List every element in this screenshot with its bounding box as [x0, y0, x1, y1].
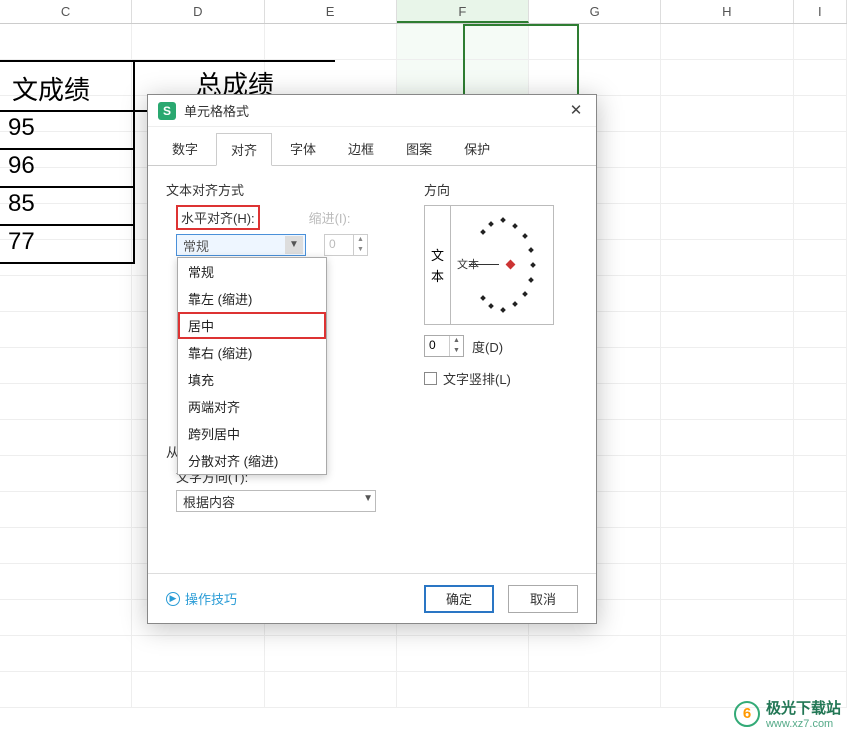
tab-protect[interactable]: 保护 — [450, 133, 504, 165]
opt-right[interactable]: 靠右 (缩进) — [178, 339, 326, 366]
h-align-dropdown: 常规 靠左 (缩进) 居中 靠右 (缩进) 填充 两端对齐 跨列居中 分散对齐 … — [177, 257, 327, 475]
col-H[interactable]: H — [661, 0, 793, 23]
opt-justify[interactable]: 两端对齐 — [178, 393, 326, 420]
opt-left[interactable]: 靠左 (缩进) — [178, 285, 326, 312]
tab-align[interactable]: 对齐 — [216, 133, 272, 166]
col-D[interactable]: D — [132, 0, 264, 23]
indent-label: 缩进(I): — [309, 211, 351, 226]
cell-v4[interactable]: 77 — [0, 226, 135, 264]
tab-number[interactable]: 数字 — [158, 133, 212, 165]
degree-spinner[interactable]: 0 ▲▼ — [424, 335, 464, 357]
chevron-down-icon[interactable]: ▼ — [363, 493, 373, 504]
tab-bar: 数字 对齐 字体 边框 图案 保护 — [148, 127, 596, 166]
col-G[interactable]: G — [529, 0, 661, 23]
titlebar: S 单元格格式 ✕ — [148, 95, 596, 127]
h-align-label-highlight: 水平对齐(H): — [176, 205, 260, 230]
col-E[interactable]: E — [265, 0, 397, 23]
tab-border[interactable]: 边框 — [334, 133, 388, 165]
indent-value: 0 — [329, 237, 336, 251]
cell-v2[interactable]: 96 — [0, 150, 135, 188]
tab-font[interactable]: 字体 — [276, 133, 330, 165]
col-F[interactable]: F — [397, 0, 529, 23]
text-direction-combo[interactable]: 根据内容 ▼ — [176, 490, 376, 512]
ok-button[interactable]: 确定 — [424, 585, 494, 613]
vertical-text-button[interactable]: 文本 — [425, 206, 451, 324]
opt-distributed[interactable]: 分散对齐 (缩进) — [178, 447, 326, 474]
tab-pattern[interactable]: 图案 — [392, 133, 446, 165]
play-icon: ▶ — [166, 592, 180, 606]
h-align-value: 常规 — [183, 236, 209, 255]
col-I[interactable]: I — [794, 0, 847, 23]
close-icon[interactable]: ✕ — [562, 99, 590, 123]
indent-spinner[interactable]: 0 ▲▼ — [324, 234, 368, 256]
degree-value: 0 — [429, 338, 436, 352]
watermark-brand: 极光下载站 — [766, 697, 841, 718]
opt-fill[interactable]: 填充 — [178, 366, 326, 393]
spin-up-icon[interactable]: ▲ — [450, 336, 463, 346]
dialog-title: 单元格格式 — [184, 101, 562, 120]
tips-label: 操作技巧 — [185, 589, 237, 608]
data-table: 文成绩 总成绩 95 96 85 77 — [0, 60, 135, 264]
header-left: 文成绩 — [0, 60, 135, 112]
orientation-dial[interactable]: 文本 — [451, 206, 553, 324]
app-icon: S — [158, 102, 176, 120]
opt-general[interactable]: 常规 — [178, 258, 326, 285]
section-orientation: 方向 — [424, 180, 564, 199]
opt-center[interactable]: 居中 — [178, 312, 326, 339]
cell-v1[interactable]: 95 — [0, 112, 135, 150]
cell-format-dialog: S 单元格格式 ✕ 数字 对齐 字体 边框 图案 保护 文本对齐方式 水平对齐(… — [147, 94, 597, 624]
watermark-logo-icon: 6 — [734, 701, 760, 727]
spin-up-icon[interactable]: ▲ — [354, 235, 367, 245]
watermark-url: www.xz7.com — [766, 718, 841, 730]
orientation-widget[interactable]: 文本 文本 — [424, 205, 554, 325]
h-align-label: 水平对齐(H): — [181, 211, 255, 226]
cancel-button[interactable]: 取消 — [508, 585, 578, 613]
spin-down-icon[interactable]: ▼ — [354, 245, 367, 255]
cell-v3[interactable]: 85 — [0, 188, 135, 226]
vertical-text-label: 文字竖排(L) — [443, 369, 511, 388]
h-align-combo[interactable]: 常规 ▼ 常规 靠左 (缩进) 居中 靠右 (缩进) 填充 两端对齐 跨列居中 … — [176, 234, 306, 256]
tips-link[interactable]: ▶ 操作技巧 — [166, 589, 237, 608]
opt-center-across[interactable]: 跨列居中 — [178, 420, 326, 447]
chevron-down-icon[interactable]: ▼ — [285, 236, 303, 254]
vertical-text-checkbox[interactable] — [424, 372, 437, 385]
site-watermark: 6 极光下载站 www.xz7.com — [734, 697, 841, 730]
needle — [469, 264, 499, 265]
column-headers: C D E F G H I — [0, 0, 847, 24]
dialog-footer: ▶ 操作技巧 确定 取消 — [148, 573, 596, 623]
degree-label: 度(D) — [472, 337, 503, 356]
spin-down-icon[interactable]: ▼ — [450, 346, 463, 356]
angle-handle-icon[interactable] — [506, 260, 516, 270]
section-text-align: 文本对齐方式 — [166, 180, 396, 199]
dir-value: 根据内容 — [183, 492, 235, 511]
col-C[interactable]: C — [0, 0, 132, 23]
